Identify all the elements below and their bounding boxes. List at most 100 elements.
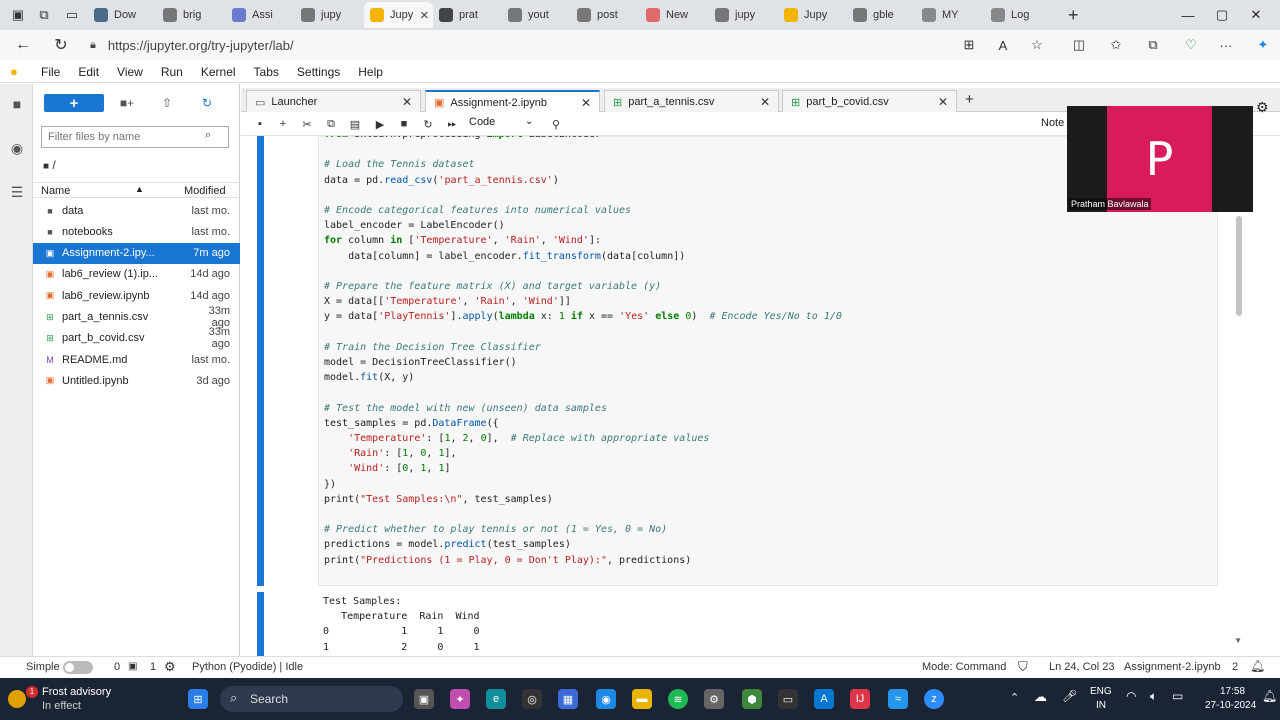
copilot-icon[interactable]: ✦ <box>1252 35 1274 55</box>
notification-center-icon[interactable]: 🔔︎ <box>1262 689 1277 703</box>
spotify-icon[interactable]: ≋ <box>668 689 688 709</box>
split-screen-icon[interactable]: ◫ <box>1068 35 1090 55</box>
cell-type-select[interactable]: Code ⌄ <box>469 116 539 132</box>
bell-icon[interactable]: 🔔︎ <box>1250 659 1265 673</box>
file-row[interactable]: ■ notebooks last mo. <box>33 221 240 242</box>
terminal-icon[interactable]: ▭ <box>778 689 798 709</box>
add-tab-button[interactable]: + <box>965 91 974 108</box>
node-icon[interactable]: ⬢ <box>742 689 762 709</box>
browser-tab[interactable]: yout <box>502 2 571 28</box>
table-of-contents-icon[interactable]: ☰ <box>7 182 27 202</box>
browser-tab[interactable]: prat <box>433 2 502 28</box>
close-tab-icon[interactable]: ✕ <box>402 95 412 109</box>
browser-tab[interactable]: Log <box>985 2 1054 28</box>
browser-tab[interactable]: post <box>571 2 640 28</box>
trusted-shield-icon[interactable]: ⛉ <box>1018 659 1028 675</box>
file-row[interactable]: ⊞ part_a_tennis.csv 33m ago <box>33 305 240 329</box>
cut-icon[interactable]: ✂ <box>298 116 316 132</box>
new-folder-icon[interactable]: ■+ <box>118 94 136 112</box>
restart-icon[interactable]: ↻ <box>419 116 437 132</box>
zoom-icon[interactable]: z <box>924 689 944 709</box>
close-tab-icon[interactable]: ✕ <box>938 95 948 109</box>
save-icon[interactable]: ▪ <box>251 116 269 132</box>
browser-tab[interactable]: jupy <box>709 2 778 28</box>
new-tab-button[interactable]: + <box>1068 5 1079 26</box>
windows-start-icon[interactable]: ⊞ <box>188 689 208 709</box>
close-tab-icon[interactable]: ✕ <box>420 9 429 22</box>
store-icon[interactable]: ▦ <box>558 689 578 709</box>
refresh-files-icon[interactable]: ↻ <box>198 94 216 112</box>
mic-icon[interactable]: 🎤︎ <box>1062 689 1077 703</box>
taskbar-search[interactable]: ⌕ Search <box>220 686 403 712</box>
file-row[interactable]: ■ data last mo. <box>33 200 240 221</box>
battery-icon[interactable]: ▭ <box>1172 689 1183 703</box>
new-launcher-button[interactable]: + <box>44 94 104 112</box>
insert-cell-icon[interactable]: + <box>274 116 292 132</box>
folder-icon[interactable]: ■ <box>7 94 27 114</box>
modified-column-header[interactable]: Modified <box>184 185 226 197</box>
terminal-count[interactable]: 0 <box>114 661 120 673</box>
browser-tab[interactable]: brig <box>157 2 226 28</box>
window-menu-icon[interactable]: ▣ <box>6 3 30 27</box>
copy-icon[interactable]: ⧉ <box>322 116 340 132</box>
breadcrumb[interactable]: ■ / <box>43 158 56 172</box>
browser-tab[interactable]: jupy <box>295 2 364 28</box>
stop-icon[interactable]: ■ <box>395 116 413 132</box>
intellij-icon[interactable]: IJ <box>850 689 870 709</box>
debugger-icon[interactable]: ⚲ <box>547 116 565 132</box>
language-code[interactable]: ENG <box>1090 686 1112 697</box>
kernel-count[interactable]: 1 <box>150 661 156 673</box>
tab-launcher[interactable]: ▭ Launcher ✕ <box>246 90 421 113</box>
browser-tab[interactable]: gble <box>847 2 916 28</box>
tab-actions-icon[interactable]: ▭ <box>60 3 84 27</box>
read-aloud-icon[interactable]: A <box>992 35 1014 55</box>
name-column-header[interactable]: Name <box>41 185 70 197</box>
filter-files-input[interactable] <box>41 126 229 148</box>
upload-icon[interactable]: ⇧ <box>158 94 176 112</box>
paste-icon[interactable]: ▤ <box>346 116 364 132</box>
menu-tabs[interactable]: Tabs <box>245 65 288 79</box>
menu-settings[interactable]: Settings <box>288 65 349 79</box>
file-row[interactable]: ▣ Untitled.ipynb 3d ago <box>33 370 240 391</box>
back-icon[interactable]: ← <box>8 31 38 59</box>
menu-view[interactable]: View <box>108 65 152 79</box>
menu-edit[interactable]: Edit <box>69 65 108 79</box>
menu-kernel[interactable]: Kernel <box>192 65 245 79</box>
cloud-icon[interactable]: ☁ <box>1034 689 1047 705</box>
menu-file[interactable]: File <box>32 65 69 79</box>
workspaces-icon[interactable]: ⧉ <box>32 3 56 27</box>
volume-icon[interactable]: 🔈︎ <box>1150 689 1157 704</box>
url-field[interactable]: 🔒︎ https://jupyter.org/try-jupyter/lab/ <box>90 33 955 57</box>
collections-icon[interactable]: ⧉ <box>1142 35 1164 55</box>
settings-gear-icon[interactable]: ⚙ <box>1256 99 1269 116</box>
browser-tab[interactable]: MY <box>916 2 985 28</box>
file-row[interactable]: ⊞ part_b_covid.csv 33m ago <box>33 326 240 350</box>
kernel-status[interactable]: Python (Pyodide) | Idle <box>192 661 303 673</box>
app-available-icon[interactable]: ⊞ <box>958 35 980 55</box>
file-row[interactable]: ▣ lab6_review.ipynb 14d ago <box>33 285 240 306</box>
file-explorer-icon[interactable]: ▬ <box>632 689 652 709</box>
scrollbar-thumb[interactable] <box>1236 216 1242 316</box>
weather-title[interactable]: Frost advisory <box>42 686 111 698</box>
chrome-icon[interactable]: ◉ <box>596 689 616 709</box>
browser-essentials-icon[interactable]: ♡ <box>1180 35 1202 55</box>
run-all-icon[interactable]: ⏩︎ <box>443 116 461 132</box>
edge-icon[interactable]: e <box>486 689 506 709</box>
browser-tab[interactable]: New <box>640 2 709 28</box>
clock-time[interactable]: 17:58 <box>1220 686 1245 697</box>
close-tab-icon[interactable]: ✕ <box>760 95 770 109</box>
copilot-icon[interactable]: ✦ <box>450 689 470 709</box>
browser-tab[interactable]: Jupy <box>778 2 847 28</box>
sort-arrow-icon[interactable]: ▲ <box>135 184 144 194</box>
file-row[interactable]: ▣ Assignment-2.ipy... 7m ago <box>33 242 240 264</box>
browser-tab[interactable]: Assi <box>226 2 295 28</box>
menu-run[interactable]: Run <box>152 65 192 79</box>
task-view-icon[interactable]: ▣ <box>414 689 434 709</box>
cursor-position[interactable]: Ln 24, Col 23 <box>1049 661 1114 673</box>
more-menu-icon[interactable]: ··· <box>1215 35 1237 55</box>
favorites-icon[interactable]: ✩ <box>1105 35 1127 55</box>
github-icon[interactable]: ◎ <box>522 689 542 709</box>
browser-tab[interactable]: Jupy ✕ <box>364 2 433 28</box>
tab-assignment-2-ipynb[interactable]: ▣ Assignment-2.ipynb ✕ <box>425 90 600 113</box>
favorite-star-icon[interactable]: ☆ <box>1026 35 1048 55</box>
